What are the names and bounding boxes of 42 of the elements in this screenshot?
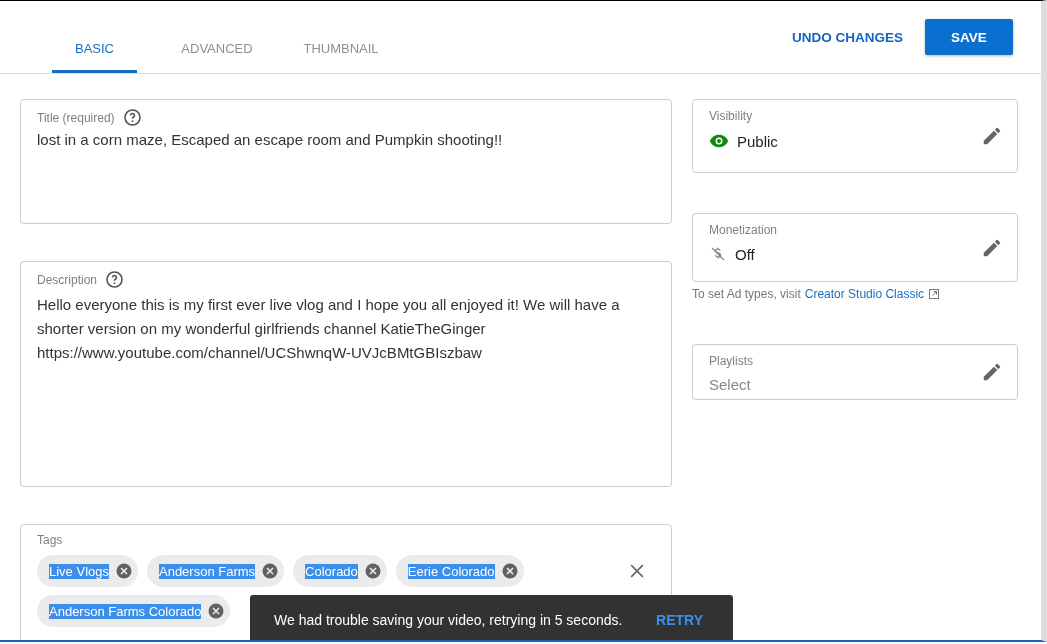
undo-changes-button[interactable]: UNDO CHANGES: [786, 28, 909, 46]
tab[interactable]: BASIC: [52, 41, 137, 73]
note-text: To set Ad types, visit: [692, 287, 801, 301]
tag-chip[interactable]: Anderson Farms: [147, 555, 285, 587]
help-icon[interactable]: [105, 270, 125, 289]
description-line: https://www.youtube.com/channel/UCShwnqW-UVJcBMtGBIszbaw: [37, 343, 483, 363]
pencil-icon[interactable]: [981, 361, 1003, 383]
tab[interactable]: THUMBNAIL: [281, 41, 401, 73]
description-line: Hello everyone this is my first ever live vlog and I hope you all enjoyed it! We will have a: [37, 295, 621, 315]
remove-icon[interactable]: [363, 562, 382, 580]
description-field[interactable]: [20, 261, 672, 487]
remove-icon[interactable]: [207, 602, 226, 620]
remove-icon[interactable]: [261, 562, 280, 580]
visibility-card[interactable]: Visibility Public: [692, 99, 1018, 173]
field-label: Tags: [37, 533, 63, 547]
title-field[interactable]: Title (required) lost in a corn maze, Escaped an escape room and Pumpkin shooting!!: [20, 99, 672, 224]
tag-chip[interactable]: Eerie Colorado: [395, 555, 524, 587]
playlists-card[interactable]: Playlists Select: [692, 344, 1018, 400]
remove-icon[interactable]: [500, 562, 519, 580]
value-text: Public: [737, 132, 778, 150]
tag-chip[interactable]: Live Vlogs: [37, 555, 138, 587]
pencil-icon[interactable]: [981, 125, 1003, 147]
field-label: Playlists: [709, 354, 754, 368]
field-label: Visibility: [709, 109, 754, 123]
external-link-icon: [928, 288, 941, 300]
select-placeholder: Select: [709, 376, 751, 393]
monetization-card[interactable]: Monetization Off: [692, 213, 1018, 282]
tag-chip[interactable]: Colorado: [293, 555, 387, 587]
title-text: lost in a corn maze, Escaped an escape room and Pumpkin shooting!!: [37, 131, 504, 148]
value-text: Off: [735, 245, 755, 263]
remove-icon[interactable]: [115, 562, 133, 580]
snackbar-message: We had trouble saving your video, retrying in 5 seconds.: [274, 612, 623, 628]
help-icon[interactable]: [122, 108, 142, 127]
save-button[interactable]: SAVE: [925, 19, 1013, 55]
tab[interactable]: ADVANCED: [157, 41, 277, 73]
dollar-off-icon: [709, 245, 727, 263]
description-line: shorter version on my wonderful girlfriends channel KatieTheGinger: [37, 319, 487, 339]
field-label: Monetization: [709, 223, 779, 237]
tag-chip[interactable]: Anderson Farms Colorado: [37, 595, 231, 627]
creator-studio-link[interactable]: Creator Studio Classic: [804, 287, 925, 301]
field-label: Description: [37, 272, 98, 287]
field-label: Title (required): [37, 110, 115, 125]
